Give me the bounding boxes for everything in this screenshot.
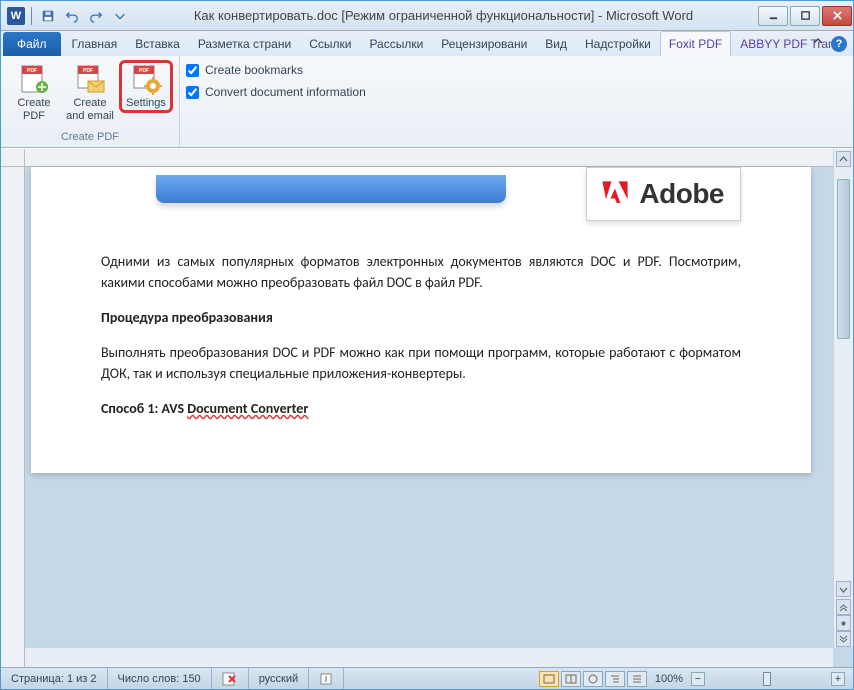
- decorative-bar: [156, 175, 506, 203]
- create-bookmarks-checkbox[interactable]: Create bookmarks: [186, 63, 303, 77]
- settings-button[interactable]: PDF Settings: [119, 60, 173, 113]
- web-layout-view-icon[interactable]: [583, 671, 603, 687]
- vertical-scrollbar[interactable]: [833, 149, 853, 647]
- tab-references[interactable]: Ссылки: [300, 31, 360, 56]
- adobe-logo: Adobe: [586, 167, 741, 221]
- zoom-level[interactable]: 100%: [655, 673, 683, 685]
- page-indicator[interactable]: Страница: 1 из 2: [1, 668, 108, 689]
- scroll-thumb[interactable]: [837, 179, 850, 339]
- create-pdf-button[interactable]: PDF Create PDF: [7, 60, 61, 125]
- ribbon-tabs: Файл Главная Вставка Разметка страни Ссы…: [1, 31, 853, 56]
- titlebar: W Как конвертировать.doc [Режим ограниче…: [1, 1, 853, 31]
- zoom-slider[interactable]: [713, 677, 823, 681]
- document-page[interactable]: Adobe Одними из самых популярных формато…: [31, 167, 811, 473]
- browse-object-icon[interactable]: [836, 615, 851, 631]
- full-screen-view-icon[interactable]: [561, 671, 581, 687]
- convert-doc-info-checkbox[interactable]: Convert document information: [186, 85, 366, 99]
- window-controls: [757, 6, 853, 26]
- outline-view-icon[interactable]: [605, 671, 625, 687]
- document-area: Adobe Одними из самых популярных формато…: [1, 149, 853, 667]
- doc-paragraph: Выполнять преобразования DOC и PDF можно…: [101, 342, 741, 384]
- word-count[interactable]: Число слов: 150: [108, 668, 212, 689]
- save-icon[interactable]: [38, 6, 58, 26]
- horizontal-ruler[interactable]: [25, 149, 833, 167]
- zoom-in-button[interactable]: +: [831, 672, 845, 686]
- create-and-email-button[interactable]: PDF Create and email: [63, 60, 117, 125]
- ribbon-group-options: Create bookmarks Convert document inform…: [180, 56, 372, 147]
- window-title: Как конвертировать.doc [Режим ограниченн…: [130, 8, 757, 23]
- tab-foxit-pdf[interactable]: Foxit PDF: [660, 31, 731, 56]
- doc-heading: Способ 1: AVS Document Converter: [101, 398, 741, 419]
- draft-view-icon[interactable]: [627, 671, 647, 687]
- print-layout-view-icon[interactable]: [539, 671, 559, 687]
- zoom-out-button[interactable]: −: [691, 672, 705, 686]
- close-button[interactable]: [822, 6, 852, 26]
- pdf-email-icon: PDF: [74, 63, 106, 95]
- file-tab[interactable]: Файл: [3, 32, 61, 56]
- minimize-button[interactable]: [758, 6, 788, 26]
- tab-mailings[interactable]: Рассылки: [360, 31, 432, 56]
- pdf-icon: PDF: [18, 63, 50, 95]
- horizontal-scrollbar[interactable]: [25, 647, 833, 667]
- tab-addins[interactable]: Надстройки: [576, 31, 660, 56]
- adobe-mark-icon: [597, 176, 633, 212]
- maximize-button[interactable]: [790, 6, 820, 26]
- ruler-toggle[interactable]: [1, 149, 25, 167]
- quick-access-toolbar: W: [7, 6, 130, 26]
- scroll-down-icon[interactable]: [836, 581, 851, 597]
- word-app-icon[interactable]: W: [7, 7, 25, 25]
- tab-review[interactable]: Рецензировани: [432, 31, 536, 56]
- qat-customize-icon[interactable]: [110, 6, 130, 26]
- tab-home[interactable]: Главная: [63, 31, 127, 56]
- minimize-ribbon-icon[interactable]: [811, 35, 825, 52]
- tab-insert[interactable]: Вставка: [126, 31, 189, 56]
- redo-icon[interactable]: [86, 6, 106, 26]
- svg-text:PDF: PDF: [27, 68, 37, 74]
- scroll-up-icon[interactable]: [836, 151, 851, 167]
- proofing-errors-icon[interactable]: [212, 668, 249, 689]
- svg-text:PDF: PDF: [83, 68, 93, 74]
- next-page-icon[interactable]: [836, 631, 851, 647]
- zoom-slider-thumb[interactable]: [763, 672, 771, 686]
- undo-icon[interactable]: [62, 6, 82, 26]
- ribbon-group-create-pdf: PDF Create PDF PDF Create and email PDF …: [1, 56, 180, 147]
- vertical-ruler[interactable]: [1, 167, 25, 667]
- ribbon-group-label: Create PDF: [7, 129, 173, 145]
- insert-mode-icon[interactable]: [309, 668, 344, 689]
- tab-page-layout[interactable]: Разметка страни: [189, 31, 300, 56]
- svg-text:PDF: PDF: [139, 68, 149, 74]
- doc-heading: Процедура преобразования: [101, 307, 741, 328]
- ribbon-panel: PDF Create PDF PDF Create and email PDF …: [1, 56, 853, 148]
- prev-page-icon[interactable]: [836, 599, 851, 615]
- tab-view[interactable]: Вид: [536, 31, 576, 56]
- doc-paragraph: Одними из самых популярных форматов элек…: [101, 251, 741, 293]
- pdf-settings-icon: PDF: [130, 63, 162, 95]
- language-indicator[interactable]: русский: [249, 668, 309, 689]
- help-button[interactable]: ?: [831, 36, 847, 52]
- statusbar: Страница: 1 из 2 Число слов: 150 русский…: [1, 667, 853, 689]
